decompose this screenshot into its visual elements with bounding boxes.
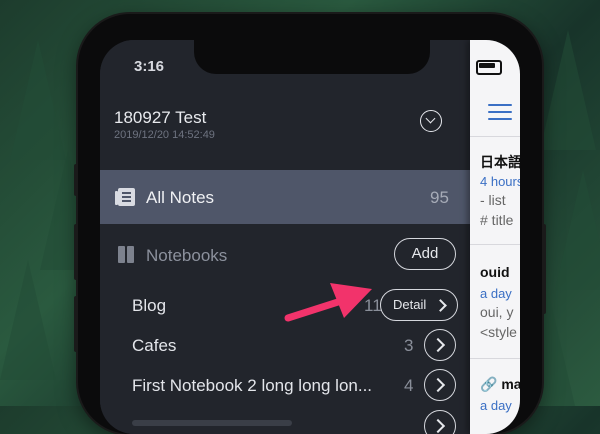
- list-item[interactable]: [132, 420, 292, 426]
- battery-icon: [476, 60, 502, 75]
- status-icons: [476, 60, 502, 75]
- notch: [194, 40, 430, 74]
- notebook-chevron-button[interactable]: [424, 410, 456, 434]
